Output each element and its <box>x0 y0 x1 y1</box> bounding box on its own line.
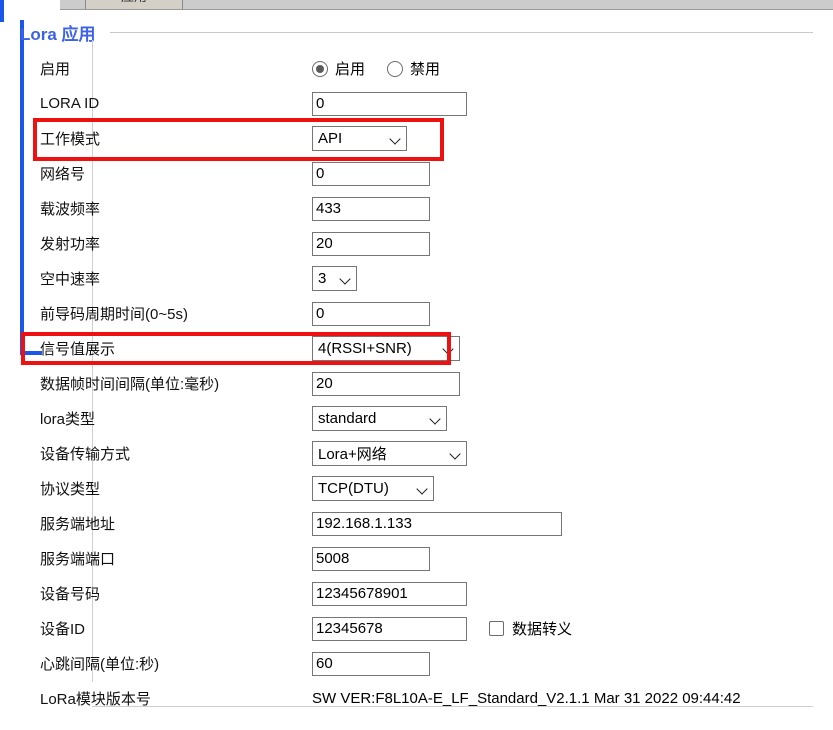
select-work-mode[interactable]: API <box>312 126 407 151</box>
input-carrier-frequency[interactable] <box>312 196 430 221</box>
form-row-enable: 启用 启用 禁用 <box>40 51 810 86</box>
radio-label-off: 禁用 <box>410 61 441 78</box>
tab-fragment-application[interactable]: 应用 <box>85 0 183 9</box>
label-device-number: 设备号码 <box>40 586 101 603</box>
form-row-lora-id: LORA ID <box>40 86 810 121</box>
form-row-carrier-frequency: 载波频率 <box>40 191 810 226</box>
input-preamble-period[interactable] <box>312 301 430 326</box>
select-signal-display-value: 4(RSSI+SNR) <box>318 340 412 357</box>
form-row-server-port: 服务端端口 <box>40 541 810 576</box>
form-row-transfer-mode: 设备传输方式 Lora+网络 <box>40 436 810 471</box>
input-server-address[interactable] <box>312 511 562 536</box>
label-server-address: 服务端地址 <box>40 516 116 533</box>
input-heartbeat-interval[interactable] <box>312 651 430 676</box>
form-row-network-id: 网络号 <box>40 156 810 191</box>
select-lora-type[interactable]: standard <box>312 406 447 431</box>
chevron-down-icon <box>390 133 401 144</box>
select-transfer-mode[interactable]: Lora+网络 <box>312 441 467 466</box>
select-air-rate-value: 3 <box>318 270 327 287</box>
input-frame-interval[interactable] <box>312 371 460 396</box>
label-lora-type: lora类型 <box>40 411 96 428</box>
chevron-down-icon <box>340 273 351 284</box>
label-signal-display: 信号值展示 <box>40 341 116 358</box>
select-work-mode-value: API <box>318 130 343 147</box>
chevron-down-icon <box>450 448 461 459</box>
label-lora-id: LORA ID <box>40 95 100 112</box>
radio-dot-icon <box>312 60 328 77</box>
enable-radio-group: 启用 禁用 <box>312 58 810 79</box>
input-network-id[interactable] <box>312 161 430 186</box>
label-module-version: LoRa模块版本号 <box>40 691 151 708</box>
label-preamble-period: 前导码周期时间(0~5s) <box>40 306 188 323</box>
checkbox-label-data-escape: 数据转义 <box>512 621 573 638</box>
checkbox-data-escape[interactable]: 数据转义 <box>489 618 572 639</box>
form-row-server-address: 服务端地址 <box>40 506 810 541</box>
radio-label-on: 启用 <box>335 61 366 78</box>
lora-settings-form: 启用 启用 禁用 LORA ID 工作模式 API <box>40 51 810 716</box>
label-heartbeat-interval: 心跳间隔(单位:秒) <box>40 656 160 673</box>
label-transmit-power: 发射功率 <box>40 236 101 253</box>
select-signal-display[interactable]: 4(RSSI+SNR) <box>312 336 460 361</box>
label-transfer-mode: 设备传输方式 <box>40 446 131 463</box>
label-device-id: 设备ID <box>40 621 86 638</box>
form-row-module-version: LoRa模块版本号 SW VER:F8L10A-E_LF_Standard_V2… <box>40 681 810 716</box>
radio-dot-icon <box>387 60 404 77</box>
chevron-down-icon <box>430 413 441 424</box>
input-device-number[interactable] <box>312 581 467 606</box>
form-row-signal-display: 信号值展示 4(RSSI+SNR) <box>40 331 810 366</box>
input-lora-id[interactable] <box>312 91 467 116</box>
form-row-device-id: 设备ID 数据转义 <box>40 611 810 646</box>
label-air-rate: 空中速率 <box>40 271 101 288</box>
value-module-version: SW VER:F8L10A-E_LF_Standard_V2.1.1 Mar 3… <box>312 690 741 707</box>
panel-left-border <box>20 20 24 355</box>
label-carrier-frequency: 载波频率 <box>40 201 101 218</box>
form-row-transmit-power: 发射功率 <box>40 226 810 261</box>
form-row-air-rate: 空中速率 3 <box>40 261 810 296</box>
input-transmit-power[interactable] <box>312 231 430 256</box>
form-row-device-number: 设备号码 <box>40 576 810 611</box>
radio-enable-off[interactable]: 禁用 <box>387 58 440 79</box>
select-protocol-type[interactable]: TCP(DTU) <box>312 476 434 501</box>
input-server-port[interactable] <box>312 546 430 571</box>
label-network-id: 网络号 <box>40 166 86 183</box>
section-heading: Lora 应用 <box>20 20 813 45</box>
form-row-preamble-period: 前导码周期时间(0~5s) <box>40 296 810 331</box>
panel-accent-top <box>0 0 4 22</box>
select-lora-type-value: standard <box>318 410 377 427</box>
top-tab-strip: 应用 <box>60 0 833 10</box>
panel-bottom-border <box>20 351 42 355</box>
form-row-work-mode: 工作模式 API <box>40 121 810 156</box>
select-air-rate[interactable]: 3 <box>312 266 357 291</box>
radio-enable-on[interactable]: 启用 <box>312 58 365 79</box>
select-protocol-type-value: TCP(DTU) <box>318 480 389 497</box>
chevron-down-icon <box>443 343 454 354</box>
form-row-frame-interval: 数据帧时间间隔(单位:毫秒) <box>40 366 810 401</box>
form-row-protocol-type: 协议类型 TCP(DTU) <box>40 471 810 506</box>
label-protocol-type: 协议类型 <box>40 481 101 498</box>
chevron-down-icon <box>417 483 428 494</box>
label-frame-interval: 数据帧时间间隔(单位:毫秒) <box>40 376 220 393</box>
checkbox-icon <box>489 621 504 636</box>
label-work-mode: 工作模式 <box>40 131 101 148</box>
label-server-port: 服务端端口 <box>40 551 116 568</box>
label-enable: 启用 <box>40 61 71 78</box>
form-row-heartbeat-interval: 心跳间隔(单位:秒) <box>40 646 810 681</box>
heading-divider <box>109 32 813 33</box>
select-transfer-mode-value: Lora+网络 <box>318 446 387 463</box>
form-row-lora-type: lora类型 standard <box>40 401 810 436</box>
input-device-id[interactable] <box>312 616 467 641</box>
page-title: Lora 应用 <box>20 25 96 44</box>
